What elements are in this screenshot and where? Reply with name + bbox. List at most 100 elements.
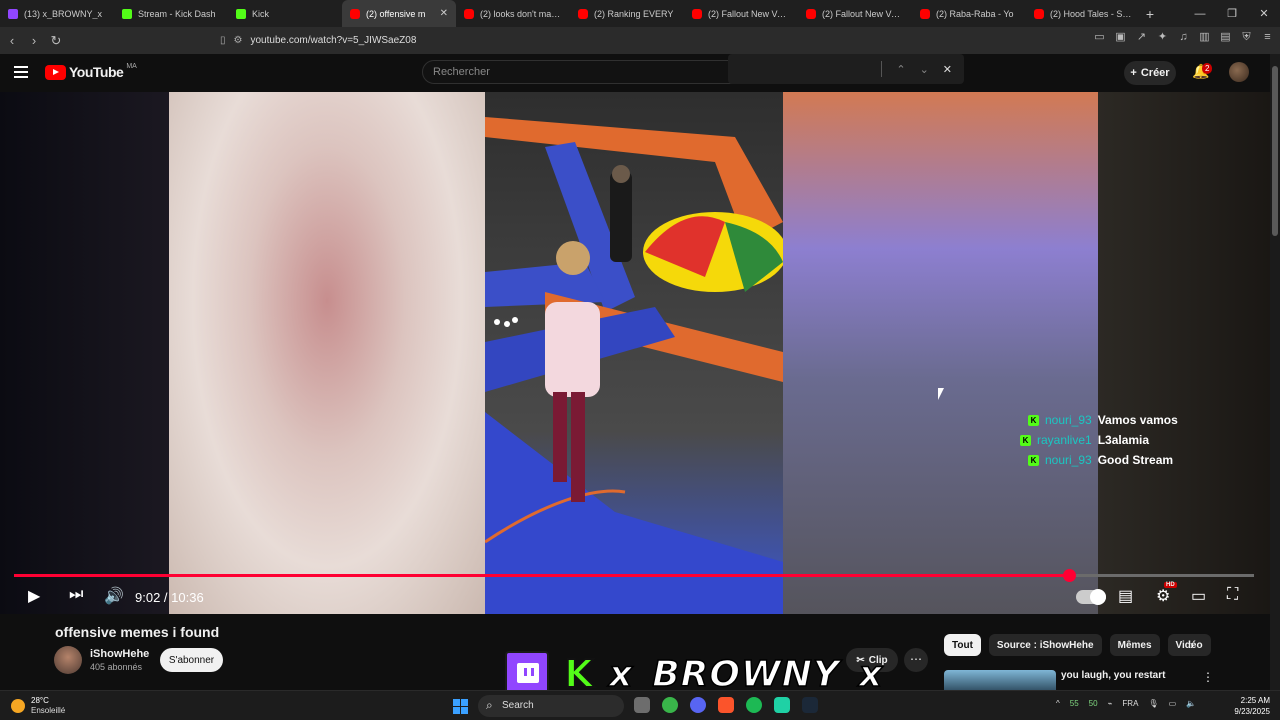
next-icon[interactable]: ⏭ [69, 586, 83, 604]
wallet-icon[interactable]: ▤ [1219, 31, 1232, 44]
browser-tab[interactable]: (2) Ranking EVERY [570, 0, 684, 27]
cast-icon[interactable]: ▭ [1093, 31, 1106, 44]
more-actions-button[interactable]: ⋯ [904, 648, 928, 672]
browser-nav-bar: ‹ › ↻ ▯ ⚙ youtube.com/watch?v=5_JIWSaeZ0… [0, 27, 1280, 54]
adult-head [612, 165, 630, 183]
search-input[interactable]: Rechercher [422, 60, 752, 84]
youtube-icon [464, 8, 474, 19]
account-avatar[interactable] [1229, 62, 1249, 82]
theater-mode-icon[interactable]: ▭ [1191, 586, 1206, 606]
spotify-icon[interactable] [746, 697, 762, 713]
browser-tab[interactable]: (2) looks don't matter. [456, 0, 570, 27]
close-find-icon[interactable]: ✕ [943, 63, 952, 76]
hd-badge: HD [1164, 582, 1177, 588]
forward-icon[interactable]: › [24, 33, 44, 48]
time-display: 9:02 / 10:36 [135, 590, 204, 605]
youtube-play-icon [45, 64, 66, 80]
browser-menu-icon[interactable]: ≡ [1261, 31, 1274, 44]
kick-icon: K [1027, 454, 1039, 466]
discord-icon[interactable] [690, 697, 706, 713]
video-backdrop [0, 92, 169, 614]
sun-icon[interactable] [11, 699, 25, 713]
video-player[interactable]: K nouri_93 Vamos vamos K rayanlive1 L3al… [0, 92, 1270, 614]
share-icon[interactable]: ↗ [1135, 31, 1148, 44]
find-previous-icon[interactable]: ⌃ [896, 63, 905, 76]
subtitles-icon[interactable]: ▤ [1118, 586, 1133, 606]
recommended-thumbnail[interactable] [944, 670, 1056, 690]
page-scrollbar[interactable] [1270, 54, 1280, 690]
browser-tab-active[interactable]: (2) offensive m ✕ [342, 0, 456, 27]
browser-tab[interactable]: Stream - Kick Dash [114, 0, 228, 27]
youtube-icon [806, 8, 816, 19]
app-icon[interactable] [774, 697, 790, 713]
find-next-icon[interactable]: ⌄ [920, 63, 929, 76]
channel-avatar[interactable] [54, 646, 82, 674]
blurred-fill-left [169, 92, 485, 614]
kick-icon: K [1027, 414, 1039, 426]
channel-name[interactable]: iShowHehe [90, 648, 149, 660]
windows-start-icon[interactable] [453, 699, 468, 714]
weather-description: Ensoleillé [31, 706, 66, 715]
app-icon[interactable] [662, 697, 678, 713]
maximize-icon[interactable]: ❐ [1216, 7, 1248, 20]
region-code: MA [126, 62, 137, 70]
kebab-menu-icon[interactable]: ⋮ [1202, 670, 1214, 684]
blurred-fill-right [783, 92, 1098, 614]
reload-icon[interactable]: ↻ [46, 33, 66, 49]
recommended-title[interactable]: you laugh, you restart [1061, 670, 1165, 681]
player-controls: ▶ ⏭ 🔊 9:02 / 10:36 ▤ ⚙ HD ▭ ⛶ [0, 582, 1270, 612]
new-tab-button[interactable]: + [1140, 6, 1160, 22]
steam-icon[interactable] [802, 697, 818, 713]
close-tab-icon[interactable]: ✕ [440, 8, 448, 19]
microphone-icon[interactable]: 🎙 [1148, 699, 1158, 708]
autoplay-toggle[interactable] [1076, 589, 1106, 605]
fullscreen-icon[interactable]: ⛶ [1227, 586, 1238, 604]
video-frame [485, 92, 783, 614]
kick-icon [122, 8, 132, 19]
window-controls: — ❐ ✕ [1184, 0, 1280, 27]
create-button[interactable]: + Créer [1124, 61, 1176, 85]
bookmark-icon[interactable]: ▯ [220, 35, 226, 46]
settings-gear-icon[interactable]: ⚙ [1156, 586, 1170, 606]
extensions-icon[interactable]: ✦ [1156, 31, 1169, 44]
taskbar-apps [634, 697, 818, 713]
tab-search-icon[interactable]: ▣ [1114, 31, 1127, 44]
chip-memes[interactable]: Mêmes [1109, 634, 1160, 656]
play-icon[interactable]: ▶ [28, 586, 40, 606]
child-leg [553, 392, 567, 482]
back-icon[interactable]: ‹ [2, 33, 22, 48]
chat-message: K nouri_93 Good Stream [1020, 450, 1182, 470]
browser-tab[interactable]: (2) Fallout New Vegas [684, 0, 798, 27]
browser-tab[interactable]: (2) Raba-Raba - Yo [912, 0, 1026, 27]
browser-tab[interactable]: (2) Hood Tales - Shoot [1026, 0, 1140, 27]
speaker-icon[interactable]: 🔈 [1186, 699, 1196, 708]
browser-tab[interactable]: (2) Fallout New Vegas [798, 0, 912, 27]
progress-bar[interactable] [14, 569, 1254, 582]
shield-icon[interactable]: ⛨ [1240, 31, 1253, 44]
subscribe-button[interactable]: S'abonner [160, 648, 223, 672]
minimize-icon[interactable]: — [1184, 8, 1216, 20]
site-info-icon[interactable]: ⚙ [234, 35, 243, 46]
chip-all[interactable]: Tout [944, 634, 981, 656]
scrollbar-thumb[interactable] [1272, 66, 1278, 236]
address-bar[interactable]: ▯ ⚙ youtube.com/watch?v=5_JIWSaeZ08 [220, 31, 960, 50]
close-window-icon[interactable]: ✕ [1248, 7, 1280, 20]
display-icon[interactable]: ▭ [1169, 699, 1177, 708]
taskbar-search[interactable]: Search [478, 695, 624, 717]
language-indicator[interactable]: FRA [1122, 699, 1138, 708]
hamburger-menu-icon[interactable] [14, 66, 28, 78]
network-icon[interactable]: ⌁ [1108, 699, 1113, 708]
brave-icon[interactable] [718, 697, 734, 713]
browser-tab[interactable]: Kick [228, 0, 342, 27]
task-view-icon[interactable] [634, 697, 650, 713]
volume-icon[interactable]: 🔊 [104, 586, 124, 606]
youtube-logo[interactable]: YouTube MA [45, 62, 137, 80]
chip-source[interactable]: Source : iShowHehe [988, 634, 1102, 656]
chevron-up-icon[interactable]: ^ [1056, 699, 1060, 708]
taskbar-clock[interactable]: 2:25 AM 9/23/2025 [1222, 695, 1270, 717]
browser-tab[interactable]: (13) x_BROWNY_x [0, 0, 114, 27]
sidebar-icon[interactable]: ▥ [1198, 31, 1211, 44]
plus-icon: + [1130, 67, 1137, 79]
media-icon[interactable]: ♫ [1177, 31, 1190, 44]
chevron-right-icon[interactable]: › [1190, 638, 1194, 652]
